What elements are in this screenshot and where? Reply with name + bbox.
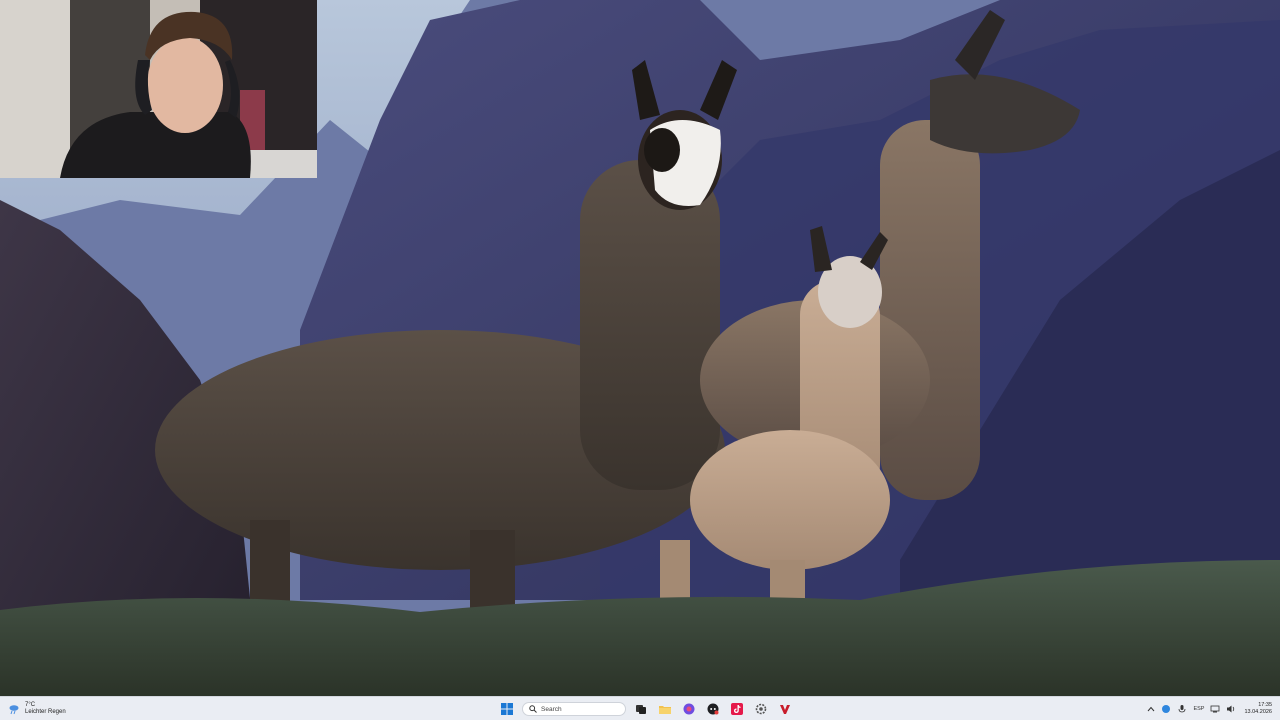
gear-icon xyxy=(755,703,767,715)
folder-icon xyxy=(659,706,671,714)
start-button[interactable] xyxy=(498,700,516,718)
weather-temperature: 7°C xyxy=(25,702,36,708)
tiktok-icon xyxy=(731,703,743,715)
taskbar-center: Search xyxy=(498,699,794,719)
browser-button[interactable] xyxy=(680,700,698,718)
weather-rain-icon xyxy=(9,705,19,715)
network-icon[interactable] xyxy=(1210,704,1220,714)
weather-description: Leichter Regen xyxy=(25,709,66,715)
system-clock[interactable]: 17:35 13.04.2026 xyxy=(1244,702,1272,716)
webcam-feed xyxy=(0,0,317,178)
weather-widget[interactable]: 7°C Leichter Regen xyxy=(8,700,66,718)
chevron-up-icon[interactable] xyxy=(1147,705,1155,713)
file-explorer-button[interactable] xyxy=(656,700,674,718)
taskbar: 7°C Leichter Regen Search ESP 17:35 13.0… xyxy=(0,696,1280,720)
discord-button[interactable] xyxy=(704,700,722,718)
webcam-overlay xyxy=(0,0,317,178)
taskbar-search[interactable]: Search xyxy=(522,702,626,716)
windows-logo-icon xyxy=(501,703,513,715)
search-icon xyxy=(529,705,537,713)
search-placeholder: Search xyxy=(541,705,562,713)
microphone-icon[interactable] xyxy=(1177,704,1187,714)
clock-date: 13.04.2026 xyxy=(1244,709,1272,715)
system-tray: ESP 17:35 13.04.2026 xyxy=(1147,699,1272,719)
task-view-icon xyxy=(636,705,646,714)
language-indicator[interactable]: ESP xyxy=(1193,706,1204,712)
clock-time: 17:35 xyxy=(1258,702,1272,708)
settings-button[interactable] xyxy=(752,700,770,718)
browser-icon xyxy=(683,703,695,715)
task-view-button[interactable] xyxy=(632,700,650,718)
app-button[interactable] xyxy=(776,700,794,718)
tray-app-icon[interactable] xyxy=(1161,704,1171,714)
volume-icon[interactable] xyxy=(1226,704,1236,714)
v-logo-icon xyxy=(780,705,790,714)
tiktok-button[interactable] xyxy=(728,700,746,718)
discord-icon xyxy=(707,703,719,715)
